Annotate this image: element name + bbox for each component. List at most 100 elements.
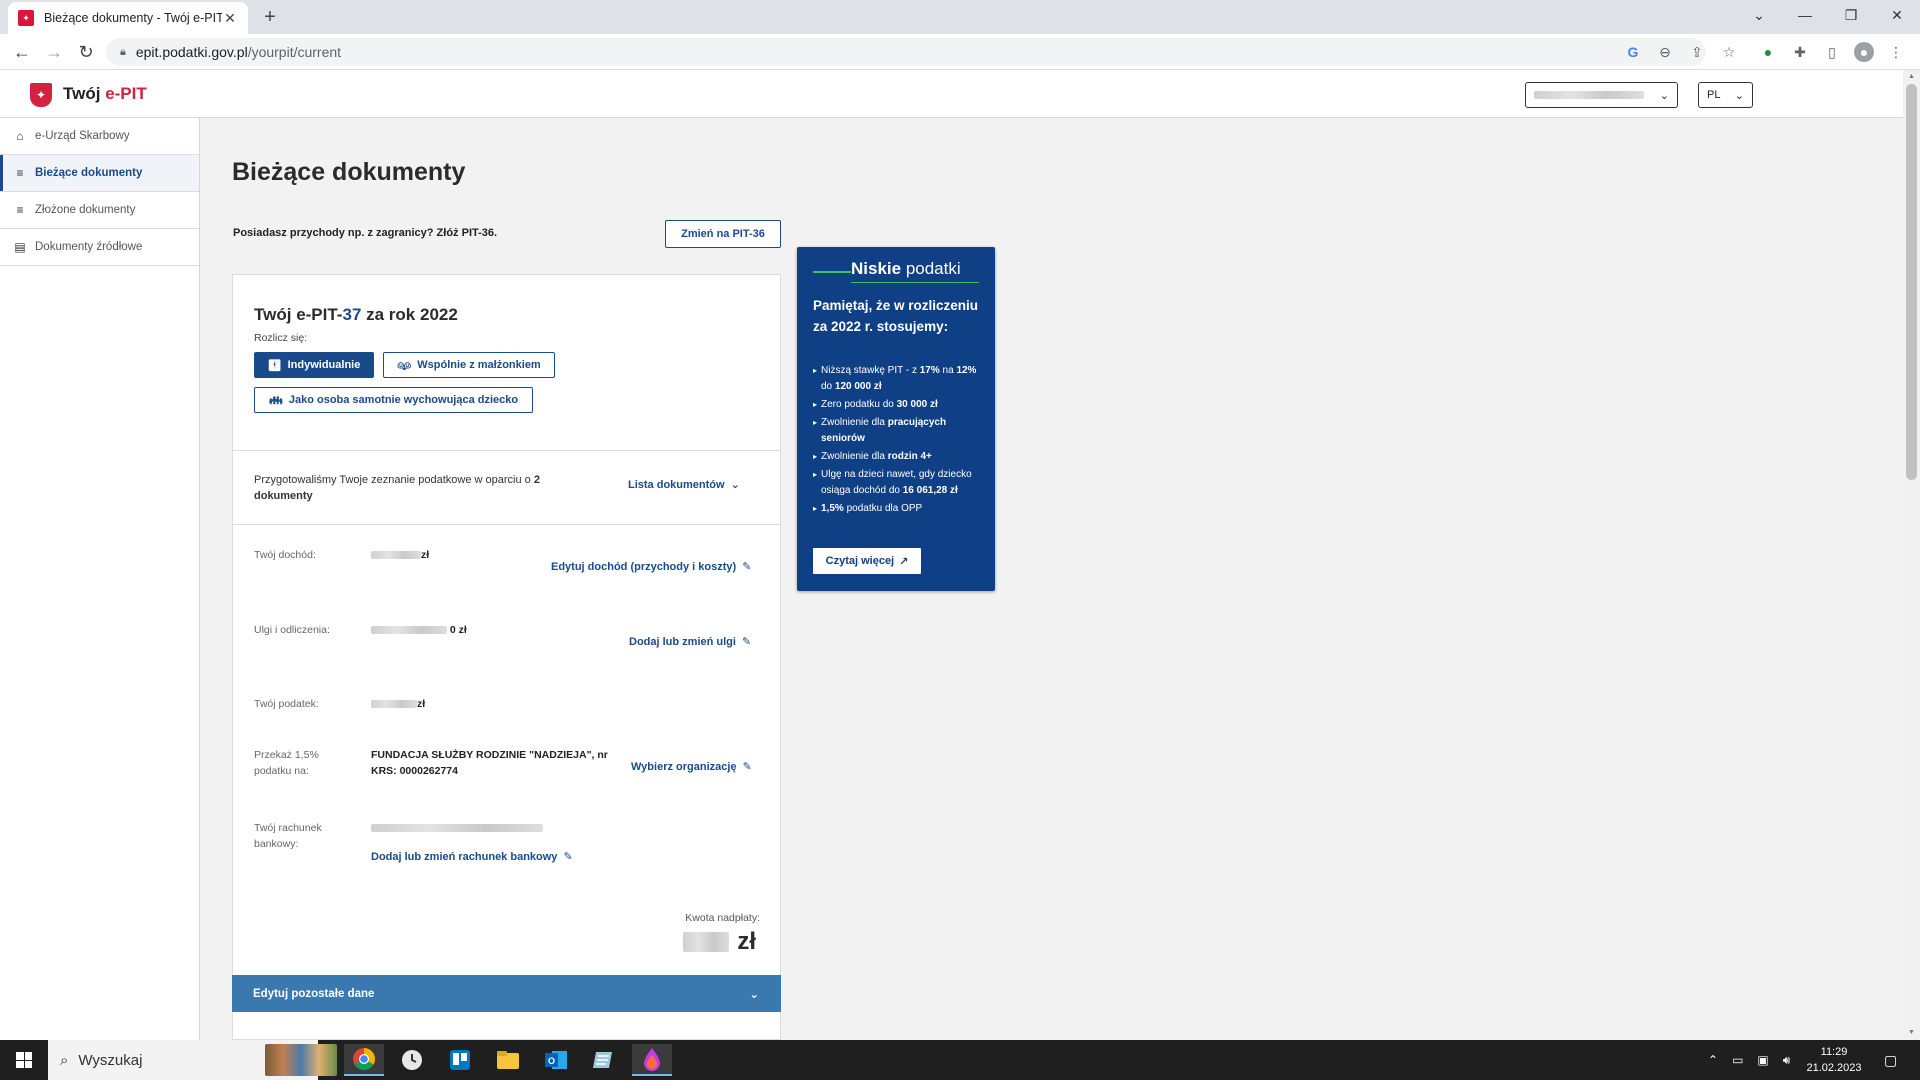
edit-bank-account-link[interactable]: Dodaj lub zmień rachunek bankowy ✎ xyxy=(371,850,573,864)
pit36-hint: Posiadasz przychody np. z zagranicy? Złó… xyxy=(233,227,498,239)
search-highlight-image[interactable] xyxy=(265,1044,337,1076)
income-label: Twój dochód: xyxy=(254,549,316,561)
chrome-app-icon[interactable] xyxy=(344,1044,384,1076)
income-value: zł xyxy=(371,547,429,563)
account-select[interactable]: ⌄ xyxy=(1525,82,1678,108)
browser-tab[interactable]: ✦ Bieżące dokumenty - Twój e-PIT ✕ xyxy=(8,2,248,34)
bookmark-star-icon[interactable]: ☆ xyxy=(1719,42,1739,62)
sidebar-item-source-documents[interactable]: ▤ Dokumenty źródłowe xyxy=(0,229,199,266)
individual-label: Indywidualnie xyxy=(287,359,361,371)
start-button[interactable] xyxy=(0,1040,48,1080)
pencil-icon: ✎ xyxy=(742,561,752,573)
close-tab-icon[interactable]: ✕ xyxy=(222,10,238,27)
file-explorer-icon[interactable] xyxy=(488,1044,528,1076)
bank-account-blurred xyxy=(371,824,543,833)
restore-icon[interactable]: ❐ xyxy=(1828,0,1874,30)
edit-relief-link[interactable]: Dodaj lub zmień ulgi ✎ xyxy=(629,635,752,649)
windows-taskbar: ⌕ Wyszukaj O ⌃ ▭ ▣ 🔊︎ 11:29 21.02.2023 ▢ xyxy=(0,1040,1920,1080)
document-icon: ▤ xyxy=(14,240,26,254)
refund-label: Kwota nadpłaty: xyxy=(685,912,760,924)
donation-value: FUNDACJA SŁUŻBY RODZINIE "NADZIEJA", nr … xyxy=(371,749,608,777)
extensions-puzzle-icon[interactable]: ✚ xyxy=(1790,42,1810,62)
drop-app-icon[interactable] xyxy=(632,1044,672,1076)
edit-other-data-accordion[interactable]: Edytuj pozostałe dane ⌄ xyxy=(232,975,781,1012)
page-title: Bieżące dokumenty xyxy=(232,158,466,186)
refund-amount-blurred xyxy=(683,932,730,952)
read-more-button[interactable]: Czytaj więcej ↗ xyxy=(813,548,921,574)
low-taxes-logo: Niskie podatki xyxy=(813,257,979,285)
reload-icon[interactable]: ↻ xyxy=(74,40,98,64)
edit-income-link[interactable]: Edytuj dochód (przychody i koszty) ✎ xyxy=(551,560,752,574)
chevron-down-icon: ⌄ xyxy=(730,479,740,491)
sidebar-item-current-documents[interactable]: ≡ Bieżące dokumenty xyxy=(0,155,199,192)
language-select[interactable]: PL ⌄ xyxy=(1698,82,1753,108)
home-icon: ⌂ xyxy=(16,129,24,143)
volume-icon[interactable]: 🔊︎ xyxy=(1783,1053,1791,1068)
sidebar-item-label: Dokumenty źródłowe xyxy=(35,241,143,253)
notes-app-icon[interactable] xyxy=(584,1044,624,1076)
network-icon[interactable]: ▣ xyxy=(1757,1053,1768,1067)
notifications-icon[interactable]: ▢ xyxy=(1884,1040,1897,1080)
individual-button[interactable]: 🚹︎ Indywidualnie xyxy=(254,352,374,378)
income-unit: zł xyxy=(421,549,430,561)
app-header: ✦ Twój e-PIT ⌄ PL ⌄ xyxy=(0,70,1903,118)
taskbar-clock[interactable]: 11:29 21.02.2023 xyxy=(1796,1044,1872,1076)
forward-icon[interactable]: → xyxy=(42,40,66,64)
tray-device-icon[interactable]: ▭ xyxy=(1732,1053,1743,1067)
refund-unit: zł xyxy=(737,928,756,955)
list-item: Zero podatku do 30 000 zł xyxy=(813,397,988,413)
minimize-icon[interactable]: — xyxy=(1782,0,1828,30)
sidebar-item-e-urzad[interactable]: ⌂ e-Urząd Skarbowy xyxy=(0,118,199,155)
external-link-icon: ↗ xyxy=(899,555,909,568)
trello-app-icon[interactable] xyxy=(440,1044,480,1076)
logo-light: podatki xyxy=(901,259,961,278)
tab-search-icon[interactable]: ⌄ xyxy=(1736,0,1782,30)
app-logo[interactable]: Twój e-PIT xyxy=(63,84,147,104)
menu-kebab-icon[interactable]: ⋮ xyxy=(1886,42,1906,62)
couple-icon: 👫︎ xyxy=(397,359,412,372)
sidebar: ⌂ e-Urząd Skarbowy ≡ Bieżące dokumenty ≡… xyxy=(0,118,200,1040)
profile-avatar-icon[interactable]: ● xyxy=(1854,42,1874,62)
scroll-thumb[interactable] xyxy=(1906,84,1917,480)
documents-list-link[interactable]: Lista dokumentów ⌄ xyxy=(628,478,740,492)
divider xyxy=(233,450,780,451)
scroll-up-icon[interactable]: ▲ xyxy=(1903,70,1920,84)
side-panel-icon[interactable]: ▯ xyxy=(1822,42,1842,62)
tray-chevron-up-icon[interactable]: ⌃ xyxy=(1708,1053,1718,1067)
bank-account-label: Twój rachunek bankowy: xyxy=(254,822,322,850)
pencil-icon: ✎ xyxy=(742,761,752,773)
clock-time: 11:29 xyxy=(1820,1046,1848,1058)
chevron-down-icon: ⌄ xyxy=(749,988,759,1001)
share-icon[interactable]: ⇪ xyxy=(1687,42,1707,62)
single-parent-button[interactable]: 👪︎ Jako osoba samotnie wychowująca dziec… xyxy=(254,387,533,413)
main-content: Bieżące dokumenty Posiadasz przychody np… xyxy=(200,118,1903,1040)
outlook-app-icon[interactable]: O xyxy=(536,1044,576,1076)
single-parent-label: Jako osoba samotnie wychowująca dziecko xyxy=(288,394,519,406)
list-edit-icon: ≡ xyxy=(16,166,24,180)
list-item: Ulgę na dzieci nawet, gdy dziecko osiąga… xyxy=(813,467,988,499)
zoom-icon[interactable]: ⊖ xyxy=(1655,42,1675,62)
clock-app-icon[interactable] xyxy=(392,1044,432,1076)
logo-bold: Niskie xyxy=(851,259,902,278)
address-bar[interactable]: 🔒︎ epit.podatki.gov.pl/yourpit/current xyxy=(106,38,1706,66)
sidebar-item-submitted-documents[interactable]: ≡ Złożone dokumenty xyxy=(0,192,199,229)
edit-relief-label: Dodaj lub zmień ulgi xyxy=(629,635,736,648)
joint-spouse-button[interactable]: 👫︎ Wspólnie z małżonkiem xyxy=(383,352,555,378)
back-icon[interactable]: ← xyxy=(10,40,34,64)
url-path: /yourpit/current xyxy=(247,44,342,60)
bank-account-value xyxy=(371,820,543,836)
income-amount-blurred xyxy=(371,551,421,560)
logo-prefix: Twój xyxy=(63,84,106,103)
pencil-icon: ✎ xyxy=(741,636,752,648)
list-item: 1,5% podatku dla OPP xyxy=(813,501,988,517)
page-scrollbar[interactable]: ▲ ▼ xyxy=(1903,70,1920,1040)
extension-green-icon[interactable]: ● xyxy=(1758,42,1778,62)
scroll-down-icon[interactable]: ▼ xyxy=(1903,1026,1920,1040)
choose-organization-link[interactable]: Wybierz organizację ✎ xyxy=(631,760,752,774)
browser-toolbar: ← → ↻ 🔒︎ epit.podatki.gov.pl/yourpit/cur… xyxy=(0,34,1920,70)
tax-unit: zł xyxy=(417,698,426,710)
change-to-pit36-button[interactable]: Zmień na PIT-36 xyxy=(665,220,781,248)
new-tab-icon[interactable]: + xyxy=(258,6,282,30)
google-icon[interactable]: G xyxy=(1623,42,1643,62)
window-close-icon[interactable]: ✕ xyxy=(1874,0,1920,30)
